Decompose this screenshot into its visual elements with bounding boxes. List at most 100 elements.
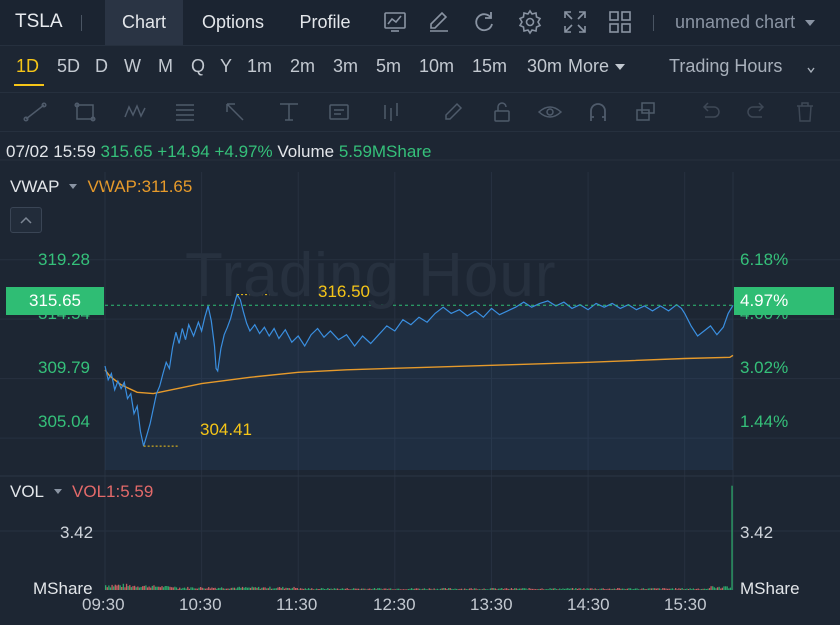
volume-bar — [399, 589, 401, 590]
volume-bar — [435, 589, 437, 590]
volume-bar — [332, 589, 334, 590]
volume-bar — [628, 588, 630, 590]
volume-bar — [367, 588, 369, 590]
volume-bar — [323, 589, 326, 590]
volume-bar — [266, 588, 268, 590]
volume-bar — [370, 589, 372, 590]
price-chart[interactable] — [0, 0, 840, 625]
pct-axis-label: 6.18% — [740, 250, 789, 269]
volume-bar — [390, 588, 392, 590]
high-price-label: 316.50 — [318, 282, 370, 301]
volume-bar — [439, 588, 442, 590]
volume-bar — [419, 588, 421, 590]
volume-bar — [314, 589, 316, 590]
volume-bar — [509, 589, 511, 590]
volume-bar — [713, 587, 715, 590]
volume-bar — [486, 589, 488, 590]
volume-bar — [600, 588, 603, 590]
volume-bar — [488, 589, 490, 590]
volume-bar — [689, 588, 691, 590]
volume-bar — [225, 588, 228, 590]
volume-bar — [386, 589, 389, 590]
volume-unit-label: MShare — [740, 579, 800, 598]
volume-bar — [290, 588, 292, 590]
volume-bar — [679, 588, 682, 590]
volume-bar — [251, 586, 253, 590]
volume-bar — [306, 589, 308, 590]
volume-bar — [729, 587, 732, 590]
volume-bar — [248, 587, 250, 590]
volume-bar — [695, 588, 698, 590]
volume-bar — [158, 586, 160, 590]
volume-bar — [465, 589, 467, 590]
volume-bar — [522, 588, 524, 590]
volume-bar — [507, 588, 509, 590]
chevron-down-icon[interactable] — [54, 488, 63, 494]
volume-bar — [618, 588, 620, 590]
volume-bar — [156, 586, 158, 590]
volume-bar — [646, 589, 648, 590]
volume-bar — [525, 588, 527, 590]
indicator-name[interactable]: VOL — [10, 482, 44, 501]
volume-bar — [594, 588, 596, 590]
volume-bar — [415, 588, 418, 590]
volume-bar — [145, 585, 147, 590]
volume-bar — [409, 588, 411, 590]
volume-bar — [644, 589, 646, 590]
volume-bar — [296, 588, 298, 590]
volume-bar — [596, 589, 598, 590]
pct-axis-label: 1.44% — [740, 412, 789, 431]
volume-bar — [275, 588, 277, 590]
volume-bar — [615, 589, 617, 590]
volume-bar — [211, 587, 213, 590]
volume-bar — [402, 589, 405, 590]
volume-bar — [570, 588, 572, 590]
volume-bar — [549, 588, 551, 590]
volume-bar — [146, 587, 149, 590]
volume-bar — [262, 587, 265, 590]
volume-bar — [349, 589, 352, 590]
volume-bar — [528, 588, 530, 590]
volume-bar — [122, 583, 124, 590]
volume-bar — [676, 589, 678, 590]
volume-bar — [398, 588, 400, 590]
volume-bar — [605, 589, 608, 590]
pct-axis-label: 3.02% — [740, 358, 789, 377]
volume-bar — [613, 588, 616, 590]
volume-bar — [227, 588, 229, 590]
volume-bar — [451, 588, 453, 590]
volume-bar — [565, 588, 567, 590]
volume-bar — [159, 587, 162, 590]
volume-bar — [246, 587, 248, 590]
volume-bar — [438, 589, 440, 590]
volume-bar — [681, 588, 683, 590]
volume-bar — [485, 589, 487, 590]
volume-bar — [277, 587, 279, 590]
volume-bar — [148, 586, 150, 590]
volume-bar — [647, 588, 649, 590]
volume-bar — [586, 588, 588, 590]
volume-bar — [377, 588, 379, 590]
volume-bar — [604, 589, 606, 590]
volume-bar — [375, 589, 377, 590]
volume-bar — [571, 588, 574, 590]
volume-bar — [256, 587, 258, 590]
volume-bar — [129, 585, 131, 590]
volume-bar — [591, 588, 593, 590]
volume-bar — [295, 588, 297, 590]
time-axis-label: 15:30 — [664, 595, 707, 614]
volume-bar — [335, 588, 337, 590]
volume-bar — [476, 589, 479, 590]
volume-bar — [723, 586, 725, 590]
volume-bar — [357, 588, 360, 590]
volume-bar — [240, 587, 242, 590]
volume-bar — [169, 586, 171, 590]
volume-bar — [315, 588, 318, 590]
volume-bar — [171, 587, 173, 590]
volume-bar — [312, 589, 315, 590]
volume-bar — [573, 589, 575, 590]
volume-bar — [121, 587, 123, 590]
volume-bar — [666, 588, 669, 590]
volume-bar — [657, 588, 659, 590]
volume-indicator-legend[interactable]: VOL VOL1:5.59 — [10, 482, 153, 502]
